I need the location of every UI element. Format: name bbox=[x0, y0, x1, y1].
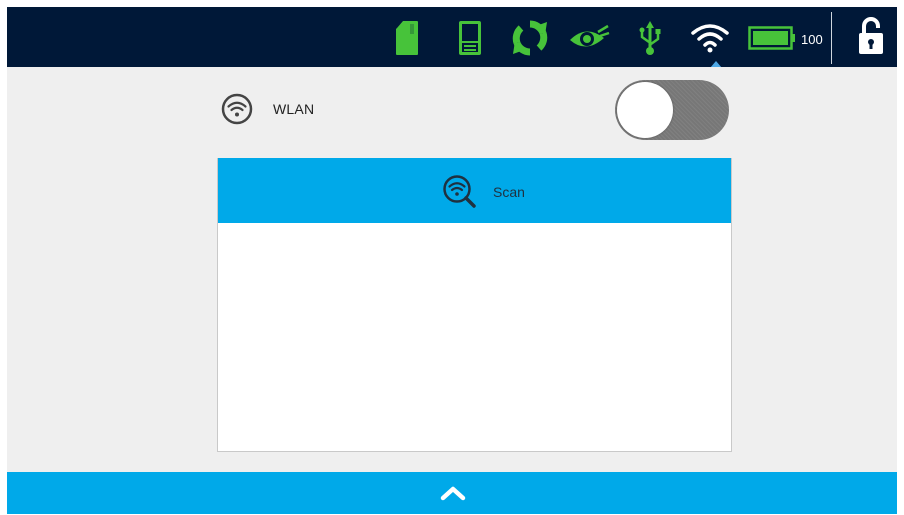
wlan-toggle[interactable] bbox=[615, 80, 729, 140]
scan-label: Scan bbox=[493, 184, 525, 200]
battery-icon bbox=[748, 19, 796, 57]
status-bar: 100 bbox=[7, 7, 897, 68]
eye-icon bbox=[567, 19, 611, 57]
scan-wifi-icon bbox=[443, 175, 476, 208]
network-list[interactable] bbox=[218, 223, 731, 451]
sync-icon bbox=[510, 19, 550, 57]
wlan-label: WLAN bbox=[273, 101, 315, 117]
sd-card-icon bbox=[389, 19, 425, 57]
collapse-bar[interactable] bbox=[7, 472, 897, 514]
wifi-icon[interactable] bbox=[689, 19, 731, 57]
battery-level: 100 bbox=[801, 32, 823, 47]
usb-icon bbox=[635, 19, 665, 57]
toggle-knob[interactable] bbox=[617, 82, 673, 138]
network-panel: Scan bbox=[217, 158, 732, 452]
wlan-icon bbox=[221, 93, 253, 125]
wlan-settings-panel: WLAN Scan bbox=[7, 67, 897, 472]
divider bbox=[831, 12, 832, 64]
unlock-icon[interactable] bbox=[855, 17, 887, 55]
scan-button[interactable]: Scan bbox=[218, 158, 731, 223]
chevron-up-icon[interactable] bbox=[440, 485, 466, 501]
device-icon bbox=[452, 19, 488, 57]
